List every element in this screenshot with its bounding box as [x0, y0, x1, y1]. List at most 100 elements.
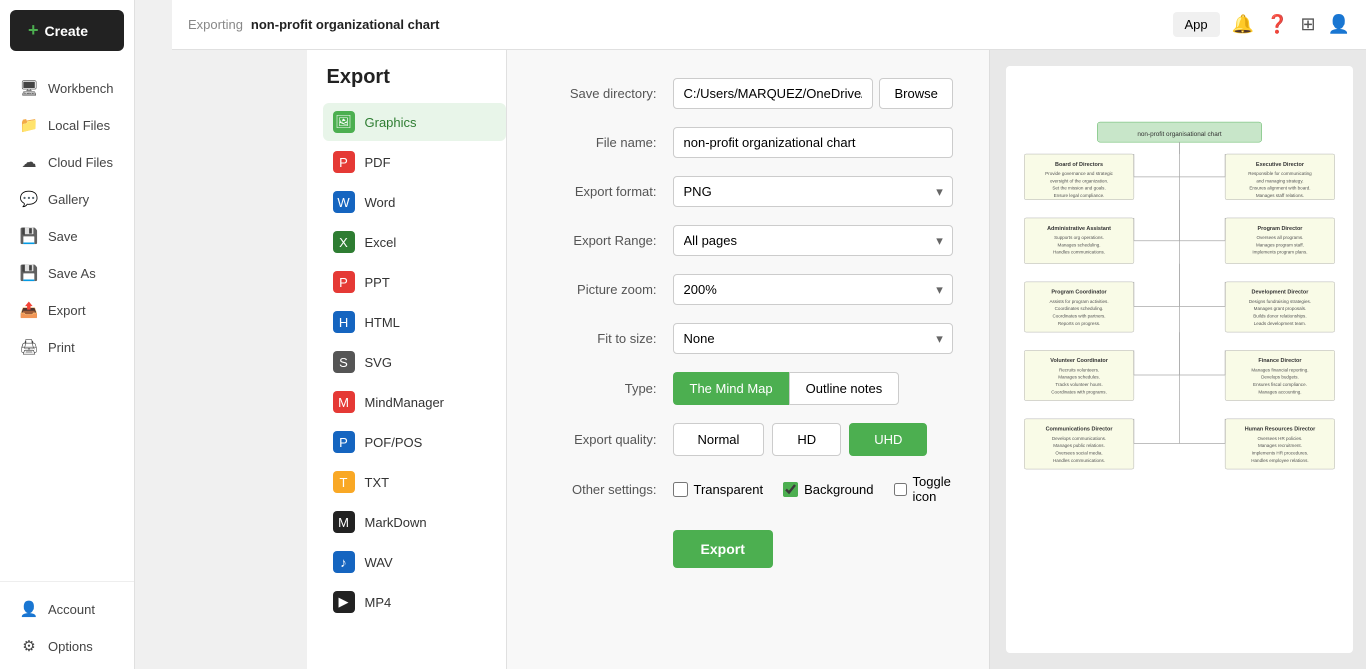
export-nav-item-html[interactable]: H HTML [323, 303, 506, 341]
sidebar-item-label: Export [48, 303, 86, 318]
file-name-input[interactable] [673, 127, 953, 158]
export-range-row: Export Range: All pages Current page Sel… [543, 225, 953, 256]
svg-text:Coordinates with partners.: Coordinates with partners. [1052, 313, 1105, 318]
exporting-label: Exporting [188, 17, 243, 32]
svg-text:Manages recruitment.: Manages recruitment. [1258, 443, 1302, 448]
export-nav-item-word[interactable]: W Word [323, 183, 506, 221]
fit-to-size-label: Fit to size: [543, 331, 673, 346]
pofpos-nav-icon: P [333, 431, 355, 453]
svg-text:Develops communications.: Develops communications. [1052, 436, 1106, 441]
export-range-select[interactable]: All pages Current page Selected [673, 225, 953, 256]
save-directory-label: Save directory: [543, 86, 673, 101]
preview-inner: non-profit organisational chart Board of… [1006, 66, 1353, 653]
quality-hd-button[interactable]: HD [772, 423, 841, 456]
svg-text:Reports on progress.: Reports on progress. [1058, 321, 1100, 326]
sidebar-item-save[interactable]: 💾 Save [4, 218, 130, 254]
toggle-icon-checkbox-item[interactable]: Toggle icon [894, 474, 953, 504]
cloud-files-icon: ☁ [20, 153, 38, 171]
export-nav-item-mindmanager[interactable]: M MindManager [323, 383, 506, 421]
toggle-icon-label: Toggle icon [913, 474, 953, 504]
workbench-icon: 🖥 [20, 79, 38, 97]
svg-text:Executive Director: Executive Director [1256, 162, 1305, 168]
export-nav-item-wav[interactable]: ♪ WAV [323, 543, 506, 581]
svg-text:Communications Director: Communications Director [1045, 427, 1113, 433]
sidebar-item-account[interactable]: 👤 Account [4, 591, 130, 627]
bell-icon[interactable]: 🔔 [1232, 14, 1254, 35]
excel-nav-icon: X [333, 231, 355, 253]
account-icon: 👤 [20, 600, 38, 618]
background-label: Background [804, 482, 873, 497]
type-mind-map-button[interactable]: The Mind Map [673, 372, 789, 405]
sidebar-footer: 👤 Account ⚙ Options [0, 581, 134, 669]
sidebar-item-label: Save As [48, 266, 96, 281]
export-nav-item-ppt[interactable]: P PPT [323, 263, 506, 301]
user-icon[interactable]: 👤 [1328, 14, 1350, 35]
html-nav-icon: H [333, 311, 355, 333]
svg-text:Leads development team.: Leads development team. [1254, 321, 1306, 326]
sidebar-item-label: Save [48, 229, 78, 244]
export-nav: Export 🖼 Graphics P PDF W Word X Excel P… [307, 50, 507, 669]
svg-text:Develops budgets.: Develops budgets. [1261, 375, 1299, 380]
svg-text:Implements HR procedures.: Implements HR procedures. [1251, 450, 1308, 455]
export-nav-item-svg[interactable]: S SVG [323, 343, 506, 381]
export-format-control: PNG JPG BMP TIFF [673, 176, 953, 207]
export-nav-item-pofpos[interactable]: P POF/POS [323, 423, 506, 461]
topbar-actions: App 🔔 ❓ ⊞ 👤 [1173, 12, 1351, 37]
gallery-icon: 💬 [20, 190, 38, 208]
export-nav-item-txt[interactable]: T TXT [323, 463, 506, 501]
export-nav-item-graphics[interactable]: 🖼 Graphics [323, 103, 506, 141]
sidebar-item-workbench[interactable]: 🖥 Workbench [4, 70, 130, 106]
toggle-icon-checkbox[interactable] [894, 482, 907, 497]
svg-text:Administrative Assistant: Administrative Assistant [1047, 226, 1111, 232]
sidebar-item-local-files[interactable]: 📁 Local Files [4, 107, 130, 143]
grid-icon[interactable]: ⊞ [1300, 14, 1315, 35]
sidebar-item-export[interactable]: 📤 Export [4, 292, 130, 328]
svg-text:Ensure legal compliance.: Ensure legal compliance. [1053, 193, 1104, 198]
background-checkbox-item[interactable]: Background [783, 482, 873, 497]
html-nav-label: HTML [365, 315, 400, 330]
transparent-checkbox-item[interactable]: Transparent [673, 482, 764, 497]
help-icon[interactable]: ❓ [1266, 14, 1288, 35]
transparent-checkbox[interactable] [673, 482, 688, 497]
org-chart-preview: non-profit organisational chart Board of… [1006, 66, 1353, 653]
export-format-select[interactable]: PNG JPG BMP TIFF [673, 176, 953, 207]
picture-zoom-select[interactable]: 100% 200% 300% 400% [673, 274, 953, 305]
file-name-label: File name: [543, 135, 673, 150]
create-button[interactable]: + Create [10, 10, 124, 51]
svg-text:Recruits volunteers.: Recruits volunteers. [1059, 367, 1099, 372]
browse-button[interactable]: Browse [879, 78, 952, 109]
local-files-icon: 📁 [20, 116, 38, 134]
export-nav-item-mp4[interactable]: ▶ MP4 [323, 583, 506, 621]
export-nav-item-excel[interactable]: X Excel [323, 223, 506, 261]
sidebar-item-gallery[interactable]: 💬 Gallery [4, 181, 130, 217]
background-checkbox[interactable] [783, 482, 798, 497]
topbar: Exporting non-profit organizational char… [172, 0, 1366, 50]
wav-nav-icon: ♪ [333, 551, 355, 573]
svg-text:Manages grant proposals.: Manages grant proposals. [1253, 306, 1306, 311]
fit-to-size-select[interactable]: None A4 A3 Letter [673, 323, 953, 354]
sidebar-item-cloud-files[interactable]: ☁ Cloud Files [4, 144, 130, 180]
sidebar-item-label: Cloud Files [48, 155, 113, 170]
export-icon: 📤 [20, 301, 38, 319]
svg-text:Handles communications.: Handles communications. [1053, 250, 1105, 255]
svg-text:Finance Director: Finance Director [1258, 358, 1302, 364]
svg-text:Program Coordinator: Program Coordinator [1051, 290, 1107, 296]
mp4-nav-icon: ▶ [333, 591, 355, 613]
svg-text:Coordinates with programs.: Coordinates with programs. [1051, 389, 1107, 394]
sidebar-item-print[interactable]: 🖨 Print [4, 329, 130, 365]
sidebar-item-options[interactable]: ⚙ Options [4, 628, 130, 664]
type-outline-notes-button[interactable]: Outline notes [789, 372, 900, 405]
app-button[interactable]: App [1173, 12, 1220, 37]
quality-selector: Normal HD UHD [673, 423, 953, 456]
quality-uhd-button[interactable]: UHD [849, 423, 927, 456]
svg-text:Manages schedules.: Manages schedules. [1058, 375, 1100, 380]
quality-normal-button[interactable]: Normal [673, 423, 765, 456]
save-directory-row: Save directory: Browse [543, 78, 953, 109]
svg-text:Ensures alignment with board.: Ensures alignment with board. [1249, 186, 1310, 191]
save-directory-input[interactable] [673, 78, 874, 109]
export-nav-item-pdf[interactable]: P PDF [323, 143, 506, 181]
export-nav-item-markdown[interactable]: M MarkDown [323, 503, 506, 541]
export-button[interactable]: Export [673, 530, 773, 568]
sidebar-item-save-as[interactable]: 💾 Save As [4, 255, 130, 291]
svg-text:Handles employee relations.: Handles employee relations. [1251, 458, 1308, 463]
